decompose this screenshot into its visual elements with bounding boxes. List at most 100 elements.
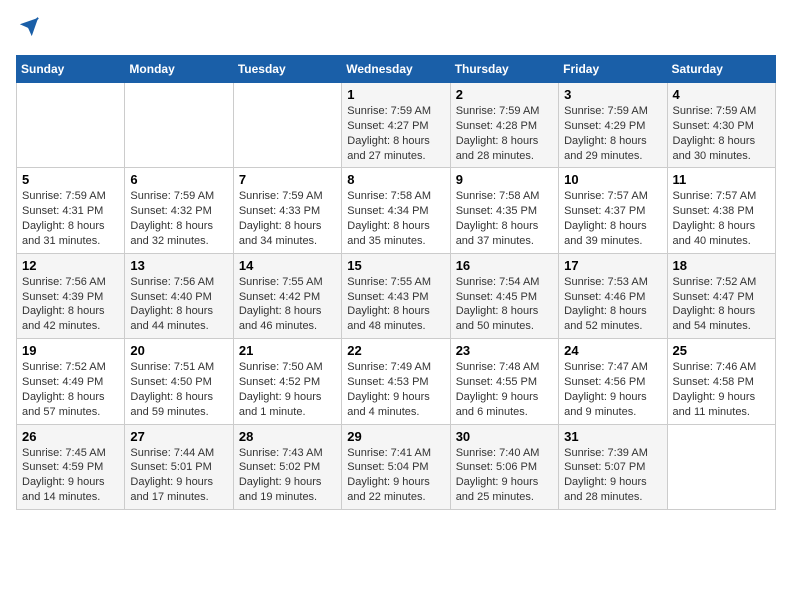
cell-content: Sunset: 5:04 PM [347,460,444,475]
cell-content: Sunset: 4:56 PM [564,375,661,390]
calendar-cell: 9Sunrise: 7:58 AMSunset: 4:35 PMDaylight… [450,168,558,253]
cell-content: Daylight: 9 hours and 17 minutes. [130,475,227,505]
cell-content: Sunset: 4:38 PM [673,204,770,219]
cell-content: Sunrise: 7:59 AM [22,189,119,204]
calendar-week-row: 26Sunrise: 7:45 AMSunset: 4:59 PMDayligh… [17,424,776,509]
weekday-header-monday: Monday [125,56,233,83]
cell-content: Daylight: 9 hours and 28 minutes. [564,475,661,505]
cell-content: Daylight: 8 hours and 34 minutes. [239,219,336,249]
weekday-header-sunday: Sunday [17,56,125,83]
cell-content: Daylight: 8 hours and 50 minutes. [456,304,553,334]
logo [16,16,40,43]
cell-content: Daylight: 9 hours and 22 minutes. [347,475,444,505]
calendar-cell: 12Sunrise: 7:56 AMSunset: 4:39 PMDayligh… [17,253,125,338]
cell-content: Sunset: 5:02 PM [239,460,336,475]
day-number: 23 [456,343,553,358]
cell-content: Sunrise: 7:56 AM [22,275,119,290]
cell-content: Daylight: 8 hours and 48 minutes. [347,304,444,334]
cell-content: Sunrise: 7:51 AM [130,360,227,375]
cell-content: Sunset: 4:37 PM [564,204,661,219]
cell-content: Sunrise: 7:49 AM [347,360,444,375]
cell-content: Daylight: 9 hours and 25 minutes. [456,475,553,505]
calendar-cell: 4Sunrise: 7:59 AMSunset: 4:30 PMDaylight… [667,83,775,168]
cell-content: Sunrise: 7:58 AM [347,189,444,204]
cell-content: Daylight: 9 hours and 14 minutes. [22,475,119,505]
calendar-cell: 20 Sunrise: 7:51 AMSunset: 4:50 PMDayligh… [125,339,233,424]
calendar-cell: 13Sunrise: 7:56 AMSunset: 4:40 PMDayligh… [125,253,233,338]
cell-content: Sunset: 5:01 PM [130,460,227,475]
cell-content: Sunset: 4:39 PM [22,290,119,305]
cell-content: Sunset: 4:27 PM [347,119,444,134]
calendar-week-row: 1Sunrise: 7:59 AMSunset: 4:27 PMDaylight… [17,83,776,168]
cell-content: Daylight: 8 hours and 35 minutes. [347,219,444,249]
calendar-cell: 8Sunrise: 7:58 AMSunset: 4:34 PMDaylight… [342,168,450,253]
cell-content: Daylight: 8 hours and 59 minutes. [130,390,227,420]
day-number: 16 [456,258,553,273]
calendar-cell [17,83,125,168]
day-number: 2 [456,87,553,102]
cell-content: Sunset: 4:29 PM [564,119,661,134]
day-number: 15 [347,258,444,273]
cell-content: Sunrise: 7:53 AM [564,275,661,290]
calendar-cell: 22Sunrise: 7:49 AMSunset: 4:53 PMDayligh… [342,339,450,424]
cell-content: Sunrise: 7:58 AM [456,189,553,204]
day-number: 14 [239,258,336,273]
calendar-cell: 21Sunrise: 7:50 AMSunset: 4:52 PMDayligh… [233,339,341,424]
day-number: 8 [347,172,444,187]
cell-content: Daylight: 9 hours and 9 minutes. [564,390,661,420]
cell-content: Sunrise: 7:57 AM [564,189,661,204]
day-number: 20 [130,343,227,358]
calendar-cell: 29Sunrise: 7:41 AMSunset: 5:04 PMDayligh… [342,424,450,509]
cell-content: Sunrise: 7:40 AM [456,446,553,461]
page-header [16,16,776,43]
cell-content: Sunset: 4:46 PM [564,290,661,305]
cell-content: Sunset: 4:53 PM [347,375,444,390]
cell-content: Sunset: 4:55 PM [456,375,553,390]
cell-content: Daylight: 8 hours and 32 minutes. [130,219,227,249]
calendar-cell: 5Sunrise: 7:59 AMSunset: 4:31 PMDaylight… [17,168,125,253]
calendar-cell: 14Sunrise: 7:55 AMSunset: 4:42 PMDayligh… [233,253,341,338]
cell-content: Sunrise: 7:59 AM [130,189,227,204]
calendar-cell: 1Sunrise: 7:59 AMSunset: 4:27 PMDaylight… [342,83,450,168]
cell-content: Sunrise: 7:59 AM [456,104,553,119]
cell-content: Daylight: 8 hours and 27 minutes. [347,134,444,164]
calendar-week-row: 5Sunrise: 7:59 AMSunset: 4:31 PMDaylight… [17,168,776,253]
cell-content: Sunrise: 7:46 AM [673,360,770,375]
cell-content: Sunset: 4:50 PM [130,375,227,390]
cell-content: Daylight: 8 hours and 44 minutes. [130,304,227,334]
weekday-header-tuesday: Tuesday [233,56,341,83]
day-number: 30 [456,429,553,444]
day-number: 17 [564,258,661,273]
cell-content: Daylight: 9 hours and 19 minutes. [239,475,336,505]
cell-content: Sunrise: 7:39 AM [564,446,661,461]
weekday-header-friday: Friday [559,56,667,83]
day-number: 26 [22,429,119,444]
cell-content: Sunset: 4:30 PM [673,119,770,134]
day-number: 27 [130,429,227,444]
cell-content: Sunrise: 7:41 AM [347,446,444,461]
weekday-header-saturday: Saturday [667,56,775,83]
calendar-cell: 3Sunrise: 7:59 AMSunset: 4:29 PMDaylight… [559,83,667,168]
day-number: 6 [130,172,227,187]
calendar-cell: 16Sunrise: 7:54 AMSunset: 4:45 PMDayligh… [450,253,558,338]
logo-bird-icon [18,16,40,38]
cell-content: Sunrise: 7:50 AM [239,360,336,375]
cell-content: Sunrise: 7:55 AM [347,275,444,290]
cell-content: Sunset: 4:28 PM [456,119,553,134]
day-number: 24 [564,343,661,358]
cell-content: Sunset: 4:35 PM [456,204,553,219]
cell-content: Daylight: 8 hours and 52 minutes. [564,304,661,334]
day-number: 12 [22,258,119,273]
cell-content: Daylight: 8 hours and 54 minutes. [673,304,770,334]
day-number: 25 [673,343,770,358]
cell-content: Sunset: 5:07 PM [564,460,661,475]
day-number: 13 [130,258,227,273]
cell-content: Sunrise: 7:59 AM [239,189,336,204]
cell-content: Sunset: 4:33 PM [239,204,336,219]
calendar-table: SundayMondayTuesdayWednesdayThursdayFrid… [16,55,776,510]
cell-content: Sunset: 4:32 PM [130,204,227,219]
cell-content: Sunrise: 7:55 AM [239,275,336,290]
cell-content: Sunset: 4:43 PM [347,290,444,305]
cell-content: Daylight: 8 hours and 29 minutes. [564,134,661,164]
calendar-week-row: 12 Sunrise: 7:56 AMSunset: 4:39 PM Dayligh… [17,253,776,338]
